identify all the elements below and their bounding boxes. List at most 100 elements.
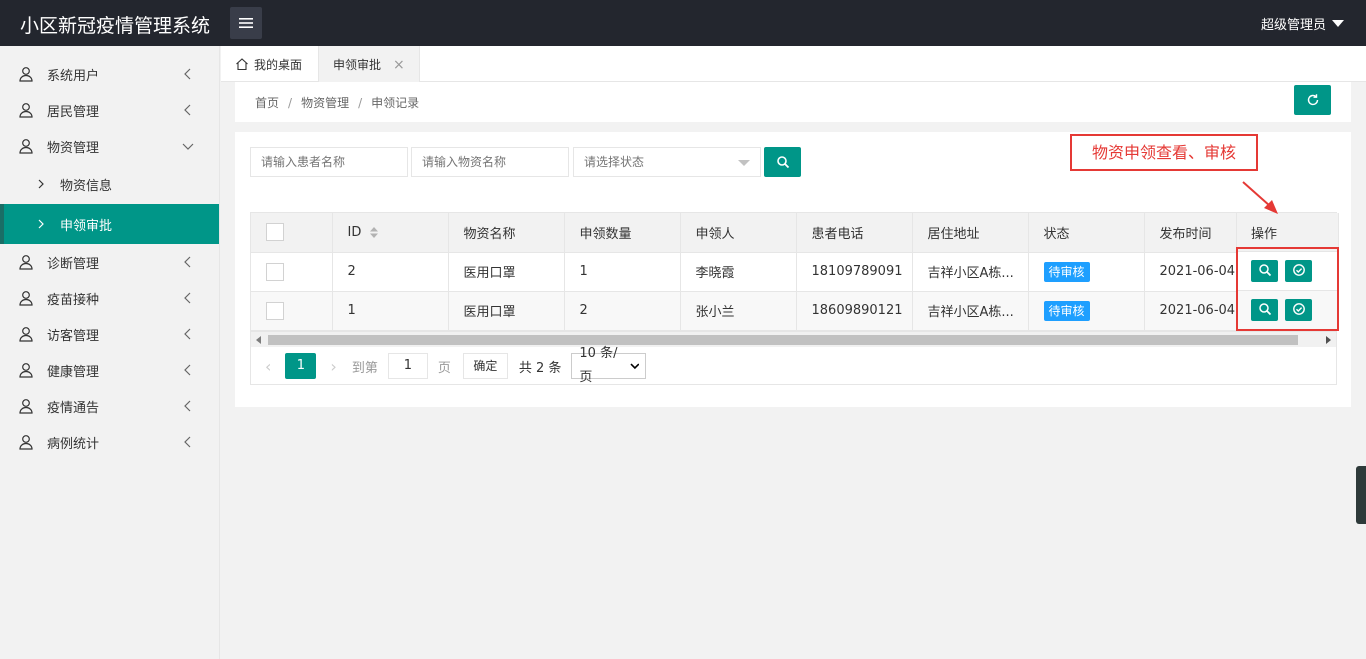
row-checkbox[interactable] (266, 262, 284, 281)
header-qty: 申领数量 (564, 213, 681, 253)
goto-page-input[interactable]: 1 (387, 353, 428, 379)
close-icon[interactable]: × (393, 57, 405, 73)
scroll-thumb[interactable] (268, 335, 1298, 345)
chevron-left-icon (184, 400, 191, 412)
sidebar-item-visitors[interactable]: 访客管理 (0, 316, 219, 352)
breadcrumb-section[interactable]: 物资管理 (301, 96, 349, 110)
next-page-icon[interactable]: › (330, 357, 336, 376)
header-address: 居住地址 (912, 213, 1029, 253)
user-name: 超级管理员 (1260, 18, 1326, 33)
page-size-select[interactable]: 10 条/页 (571, 346, 647, 385)
sidebar-item-vaccination[interactable]: 疫苗接种 (0, 280, 219, 316)
user-menu[interactable]: 超级管理员 (1261, 14, 1344, 33)
chevron-left-icon (184, 104, 191, 116)
sidebar-subitem-label: 申领审批 (60, 218, 113, 234)
cell-applicant: 李晓霞 (680, 252, 797, 292)
refresh-button[interactable] (1294, 85, 1331, 115)
select-all-checkbox[interactable] (266, 223, 284, 242)
sidebar-item-label: 健康管理 (47, 364, 100, 380)
cell-status: 待审核 (1028, 291, 1145, 331)
cell-material: 医用口罩 (448, 252, 565, 292)
scroll-right-icon[interactable] (1326, 336, 1331, 344)
sidebar-subitem-application-approval[interactable]: 申领审批 (0, 204, 219, 244)
total-count: 共 2 条 (518, 360, 562, 376)
cell-material: 医用口罩 (448, 291, 565, 331)
breadcrumb-home[interactable]: 首页 (255, 96, 279, 110)
chevron-left-icon (184, 68, 191, 80)
page-size-value: 10 条/页 (579, 346, 618, 385)
caret-down-icon (738, 160, 750, 166)
sidebar-item-label: 疫情通告 (47, 400, 100, 416)
user-icon (19, 255, 33, 270)
header-applicant: 申领人 (680, 213, 797, 253)
search-button[interactable] (764, 147, 801, 177)
sidebar: 系统用户 居民管理 物资管理 物资信息 申领审批 诊断管理 疫苗接种 访客管理 … (0, 46, 220, 659)
cell-qty: 1 (564, 252, 681, 292)
page-unit-label: 页 (437, 360, 451, 376)
scroll-left-icon[interactable] (256, 336, 261, 344)
header-material: 物资名称 (448, 213, 565, 253)
side-widget[interactable] (1356, 466, 1366, 524)
sidebar-item-label: 病例统计 (47, 436, 100, 452)
cell-applicant: 张小兰 (680, 291, 797, 331)
sidebar-item-notices[interactable]: 疫情通告 (0, 388, 219, 424)
tab-application-approval[interactable]: 申领审批 × (318, 46, 420, 83)
sidebar-subitem-material-info[interactable]: 物资信息 (0, 164, 219, 204)
header-id[interactable]: ID (332, 213, 449, 253)
main-card: 请输入患者名称 请输入物资名称 请选择状态 物资申领查看、审核 ID 物资名称 … (235, 132, 1351, 407)
patient-name-input[interactable]: 请输入患者名称 (250, 147, 408, 177)
data-table: ID 物资名称 申领数量 申领人 患者电话 居住地址 状态 发布时间 2 医用口… (250, 212, 1339, 385)
header-phone: 患者电话 (796, 213, 913, 253)
goto-label: 到第 (351, 360, 378, 376)
sidebar-item-label: 物资管理 (47, 140, 100, 156)
status-badge: 待审核 (1043, 300, 1090, 321)
tab-desktop[interactable]: 我的桌面 (235, 46, 302, 82)
prev-page-icon[interactable]: ‹ (265, 357, 271, 376)
breadcrumb-current: 申领记录 (371, 96, 420, 110)
app-title: 小区新冠疫情管理系统 (20, 15, 211, 37)
cell-address: 吉祥小区A栋... (912, 291, 1029, 331)
cell-qty: 2 (564, 291, 681, 331)
refresh-icon (1307, 94, 1318, 106)
material-name-input[interactable]: 请输入物资名称 (411, 147, 569, 177)
tab-label: 我的桌面 (254, 57, 303, 72)
row-checkbox[interactable] (266, 301, 284, 320)
table-row: 1 医用口罩 2 张小兰 18609890121 吉祥小区A栋... 待审核 2… (251, 291, 1339, 331)
sidebar-item-label: 系统用户 (47, 68, 100, 84)
chevron-down-icon (629, 363, 639, 370)
current-page[interactable]: 1 (285, 353, 317, 379)
header-label: ID (347, 224, 362, 240)
horizontal-scrollbar[interactable] (251, 331, 1336, 347)
sidebar-item-materials[interactable]: 物资管理 (0, 128, 219, 164)
user-icon (19, 363, 33, 378)
cell-status: 待审核 (1028, 252, 1145, 292)
sidebar-item-case-stats[interactable]: 病例统计 (0, 424, 219, 460)
breadcrumb-separator: / (358, 96, 363, 110)
status-badge: 待审核 (1043, 261, 1090, 282)
sidebar-item-health[interactable]: 健康管理 (0, 352, 219, 388)
sidebar-item-diagnosis[interactable]: 诊断管理 (0, 244, 219, 280)
home-icon (236, 58, 248, 71)
user-icon (19, 399, 33, 414)
breadcrumb: 首页 / 物资管理 / 申领记录 (255, 94, 419, 111)
tab-label: 申领审批 (333, 58, 382, 72)
sidebar-item-label: 居民管理 (47, 104, 100, 120)
cell-phone: 18609890121 (796, 291, 913, 331)
menu-toggle-button[interactable] (230, 7, 262, 39)
user-icon (19, 67, 33, 82)
search-icon (776, 156, 789, 169)
sort-icon[interactable] (369, 226, 379, 239)
status-select[interactable]: 请选择状态 (573, 147, 761, 177)
chevron-down-icon (182, 143, 194, 150)
chevron-right-icon (38, 219, 44, 229)
user-icon (19, 327, 33, 342)
user-icon (19, 291, 33, 306)
chevron-left-icon (184, 328, 191, 340)
goto-confirm-button[interactable]: 确定 (462, 353, 508, 379)
pagination: ‹ 1 › 到第 1 页 确定 共 2 条 10 条/页 (251, 346, 1336, 385)
chevron-left-icon (184, 364, 191, 376)
chevron-left-icon (184, 292, 191, 304)
breadcrumb-separator: / (288, 96, 293, 110)
sidebar-item-residents[interactable]: 居民管理 (0, 92, 219, 128)
sidebar-item-system-users[interactable]: 系统用户 (0, 56, 219, 92)
